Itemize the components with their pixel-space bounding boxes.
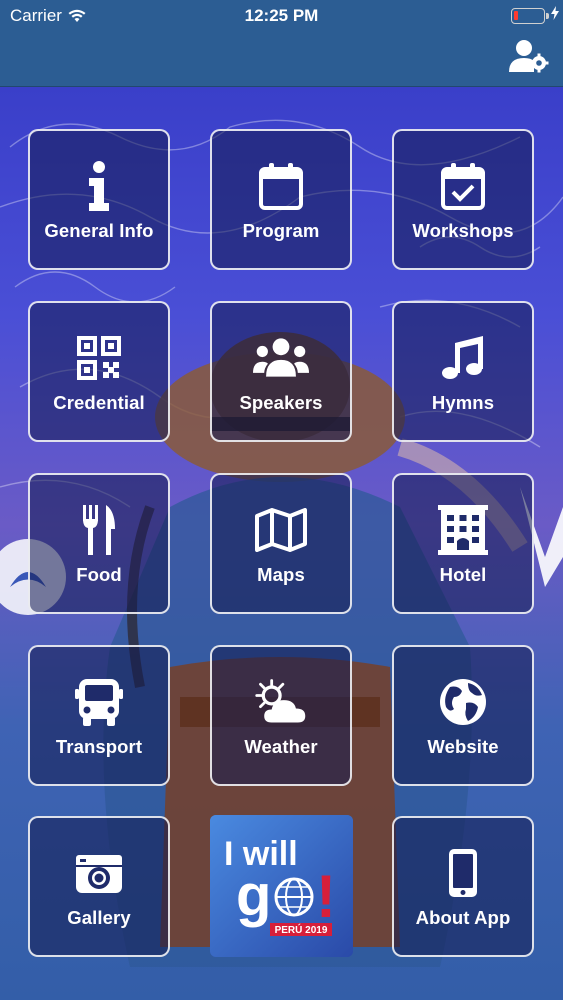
- tile-label: Gallery: [67, 906, 131, 928]
- charging-bolt-icon: [551, 6, 559, 20]
- credential-tile[interactable]: Credential: [28, 301, 170, 442]
- logo-exclamation: !: [316, 863, 336, 930]
- transport-tile[interactable]: Transport: [28, 645, 170, 786]
- tile-label: Hymns: [431, 391, 495, 413]
- program-tile[interactable]: Program: [210, 129, 352, 270]
- maps-tile[interactable]: Maps: [210, 473, 352, 614]
- tile-label: Hotel: [439, 563, 487, 585]
- tile-label: Weather: [244, 735, 318, 757]
- camera-icon: [71, 845, 127, 901]
- hymns-tile[interactable]: Hymns: [392, 301, 534, 442]
- user-gear-icon: [509, 40, 549, 73]
- tile-label: About App: [415, 906, 511, 928]
- hotel-tile[interactable]: Hotel: [392, 473, 534, 614]
- website-tile[interactable]: Website: [392, 645, 534, 786]
- cloud-sun-icon: [253, 674, 309, 730]
- music-note-icon: [435, 330, 491, 386]
- qr-code-icon: [71, 330, 127, 386]
- workshops-tile[interactable]: Workshops: [392, 129, 534, 270]
- event-logo: I will g ! PERÚ 2019: [210, 815, 353, 957]
- status-time: 12:25 PM: [244, 6, 319, 25]
- tile-label: Program: [242, 219, 320, 241]
- logo-tagline: PERÚ 2019: [275, 923, 328, 936]
- logo-line2: g: [236, 863, 271, 928]
- status-bar: Carrier 12:25 PM: [0, 0, 563, 30]
- tile-label: Maps: [257, 563, 305, 585]
- tile-label: Workshops: [412, 219, 514, 241]
- map-icon: [253, 502, 309, 558]
- building-icon: [435, 502, 491, 558]
- food-tile[interactable]: Food: [28, 473, 170, 614]
- tile-label: Transport: [55, 735, 143, 757]
- tile-label: Speakers: [239, 391, 323, 413]
- navigation-header: Carrier 12:25 PM: [0, 0, 563, 87]
- tile-label: Credential: [53, 391, 145, 413]
- user-settings-button[interactable]: [509, 38, 549, 74]
- calendar-icon: [253, 158, 309, 214]
- weather-tile[interactable]: Weather: [210, 645, 352, 786]
- bus-icon: [71, 674, 127, 730]
- users-icon: [253, 330, 309, 386]
- utensils-icon: [71, 502, 127, 558]
- about-app-tile[interactable]: About App: [392, 816, 534, 957]
- globe-icon: [435, 674, 491, 730]
- info-icon: [71, 158, 127, 214]
- general-info-tile[interactable]: General Info: [28, 129, 170, 270]
- calendar-check-icon: [435, 158, 491, 214]
- battery-icon: [511, 8, 549, 24]
- speakers-tile[interactable]: Speakers: [210, 301, 352, 442]
- tile-label: Food: [76, 563, 122, 585]
- gallery-tile[interactable]: Gallery: [28, 816, 170, 957]
- tile-label: Website: [427, 735, 499, 757]
- tile-label: General Info: [44, 219, 154, 241]
- mobile-icon: [435, 845, 491, 901]
